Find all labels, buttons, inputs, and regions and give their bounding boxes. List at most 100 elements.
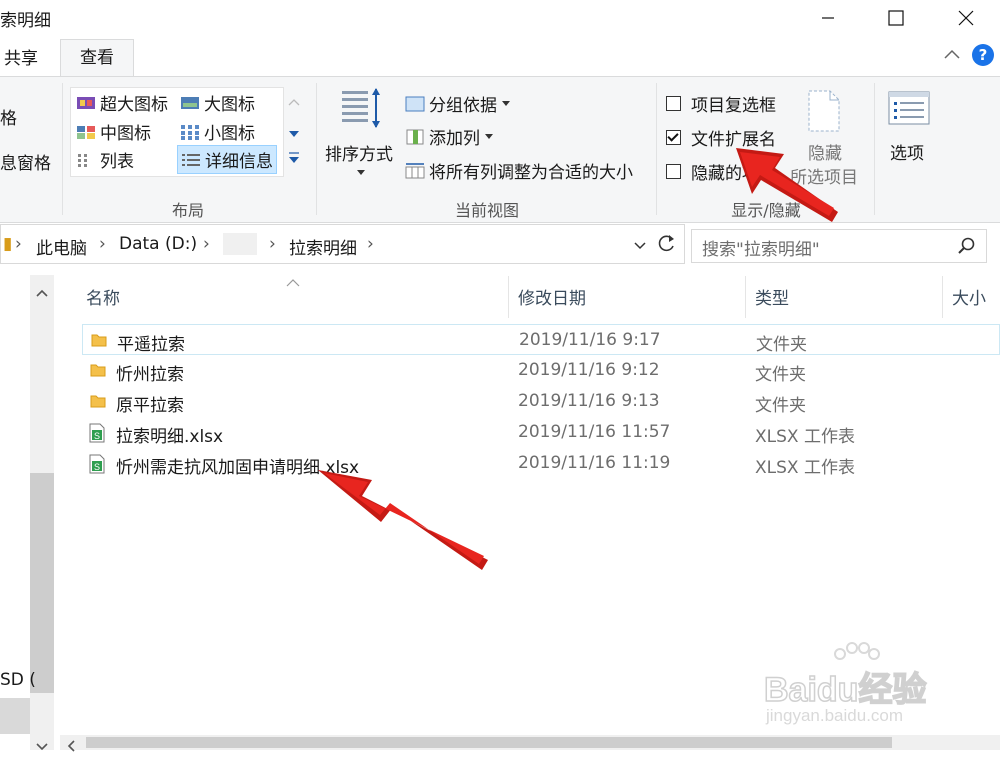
tab-view[interactable]: 查看: [60, 39, 134, 77]
fit-columns-label: 将所有列调整为合适的大小: [429, 163, 633, 183]
column-header-type[interactable]: 类型: [755, 284, 789, 309]
tab-share[interactable]: 共享: [4, 42, 38, 76]
divider: [874, 83, 875, 215]
large-icons-icon: [181, 96, 199, 109]
spreadsheet-icon: S: [88, 423, 106, 448]
layout-item-label: 详细信息: [205, 152, 273, 172]
size-all-columns-button[interactable]: 将所有列调整为合适的大小: [405, 158, 633, 183]
add-column-icon: [406, 129, 424, 144]
folder-icon: ▮: [3, 234, 13, 254]
hidden-items-option[interactable]: 隐藏的项目: [666, 159, 776, 184]
options-icon[interactable]: [888, 91, 930, 130]
nav-selected-item[interactable]: [0, 698, 30, 734]
scroll-down-icon[interactable]: [36, 737, 48, 757]
layout-item-label: 超大图标: [100, 95, 168, 115]
horizontal-scrollbar[interactable]: [60, 735, 1000, 752]
minimize-button[interactable]: [794, 0, 862, 36]
file-type: XLSX 工作表: [755, 458, 855, 478]
help-icon[interactable]: ?: [972, 44, 994, 66]
folder-icon: [90, 362, 106, 383]
folder-icon: [90, 393, 106, 414]
file-extensions-option[interactable]: 文件扩展名: [666, 125, 776, 150]
navigation-pane-label[interactable]: 格: [0, 104, 17, 129]
divider: [316, 83, 317, 215]
column-divider[interactable]: [745, 276, 746, 318]
layout-small-icons[interactable]: 小图标: [180, 119, 255, 144]
redacted-crumb: [223, 233, 257, 255]
list-item[interactable]: 平遥拉索 2019/11/16 9:17 文件夹: [82, 324, 1000, 355]
small-icons-icon: [181, 124, 199, 140]
item-checkboxes-checkbox[interactable]: [666, 96, 681, 111]
layout-medium-icons[interactable]: 中图标: [76, 119, 151, 144]
chevron-down-icon: [634, 242, 646, 250]
hidden-items-checkbox[interactable]: [666, 164, 681, 179]
chevron-right-icon[interactable]: ›: [203, 234, 210, 254]
column-divider[interactable]: [942, 276, 943, 318]
layout-gallery-scroll[interactable]: [284, 89, 304, 173]
details-icon: [182, 153, 200, 166]
scroll-left-icon[interactable]: [66, 737, 76, 757]
close-button[interactable]: [932, 0, 1000, 36]
item-checkboxes-option[interactable]: 项目复选框: [666, 91, 776, 116]
search-icon[interactable]: [958, 237, 976, 260]
breadcrumb-drive[interactable]: Data (D:): [119, 234, 197, 254]
address-history-button[interactable]: [633, 237, 647, 257]
layout-list[interactable]: 列表: [76, 147, 134, 172]
chevron-down-icon: [502, 100, 510, 106]
column-header-modified[interactable]: 修改日期: [518, 284, 586, 309]
file-type: XLSX 工作表: [755, 427, 855, 447]
list-item[interactable]: 原平拉索 2019/11/16 9:13 文件夹: [82, 386, 1000, 417]
layout-large-icons[interactable]: 大图标: [180, 90, 255, 115]
layout-details[interactable]: 详细信息: [177, 145, 277, 174]
details-pane-label[interactable]: 息窗格: [0, 149, 51, 174]
svg-text:S: S: [94, 462, 100, 472]
window-title: 索明细: [0, 11, 51, 31]
sort-by-icon[interactable]: [340, 87, 382, 136]
divider: [62, 83, 63, 215]
chevron-right-icon[interactable]: ›: [15, 234, 22, 254]
h-scroll-thumb[interactable]: [86, 737, 892, 748]
maximize-button[interactable]: [862, 0, 930, 36]
column-divider[interactable]: [508, 276, 509, 318]
refresh-button[interactable]: [657, 233, 677, 258]
list-item[interactable]: 忻州拉索 2019/11/16 9:12 文件夹: [82, 355, 1000, 386]
search-box[interactable]: 搜索"拉索明细": [691, 229, 987, 263]
chevron-right-icon[interactable]: ›: [367, 234, 374, 254]
add-column-button[interactable]: 添加列: [405, 124, 494, 149]
ribbon: 格 息窗格 超大图标 大图标 中图标 小图标 列表 详细信息 布局 排序方式 分…: [0, 76, 1000, 223]
layout-item-label: 大图标: [204, 95, 255, 115]
divider: [656, 83, 657, 215]
fit-columns-icon: [405, 162, 425, 178]
list-item[interactable]: S 拉索明细.xlsx 2019/11/16 11:57 XLSX 工作表: [82, 417, 1000, 448]
sort-dropdown-icon[interactable]: [356, 162, 366, 182]
layout-item-label: 小图标: [204, 124, 255, 144]
chevron-right-icon[interactable]: ›: [99, 234, 106, 254]
column-header-size[interactable]: 大小: [952, 284, 986, 309]
minimize-icon: [822, 17, 834, 19]
paw-icon: [834, 642, 880, 660]
file-extensions-checkbox[interactable]: [666, 130, 681, 145]
nav-scroll-thumb[interactable]: [30, 473, 54, 693]
hide-selected-button[interactable]: 隐藏: [808, 139, 842, 164]
options-button[interactable]: 选项: [890, 139, 924, 164]
hide-selected-icon[interactable]: [806, 89, 842, 138]
layout-extra-large-icons[interactable]: 超大图标: [76, 90, 168, 115]
refresh-icon: [658, 235, 674, 252]
breadcrumb-current-folder[interactable]: 拉索明细: [289, 234, 357, 259]
search-input[interactable]: 搜索"拉索明细": [702, 235, 820, 260]
collapse-ribbon-button[interactable]: [943, 46, 961, 69]
title-bar: 索明细: [0, 0, 1000, 38]
group-label-layout: 布局: [171, 201, 204, 220]
address-bar[interactable]: ▮ › 此电脑 › Data (D:) › › 拉索明细 ›: [0, 224, 685, 264]
nav-drive-item[interactable]: SD (: [0, 670, 36, 690]
file-type: 文件夹: [755, 396, 806, 416]
column-header-name[interactable]: 名称: [86, 284, 120, 309]
breadcrumb-this-pc[interactable]: 此电脑: [36, 234, 87, 259]
scroll-up-icon[interactable]: [36, 283, 48, 303]
medium-icons-icon: [77, 125, 95, 139]
chevron-right-icon[interactable]: ›: [269, 234, 276, 254]
maximize-icon: [888, 10, 904, 26]
list-item[interactable]: S 忻州需走抗风加固申请明细.xlsx 2019/11/16 11:19 XLS…: [82, 448, 1000, 479]
group-by-button[interactable]: 分组依据: [405, 91, 511, 116]
folder-icon: [91, 332, 107, 353]
